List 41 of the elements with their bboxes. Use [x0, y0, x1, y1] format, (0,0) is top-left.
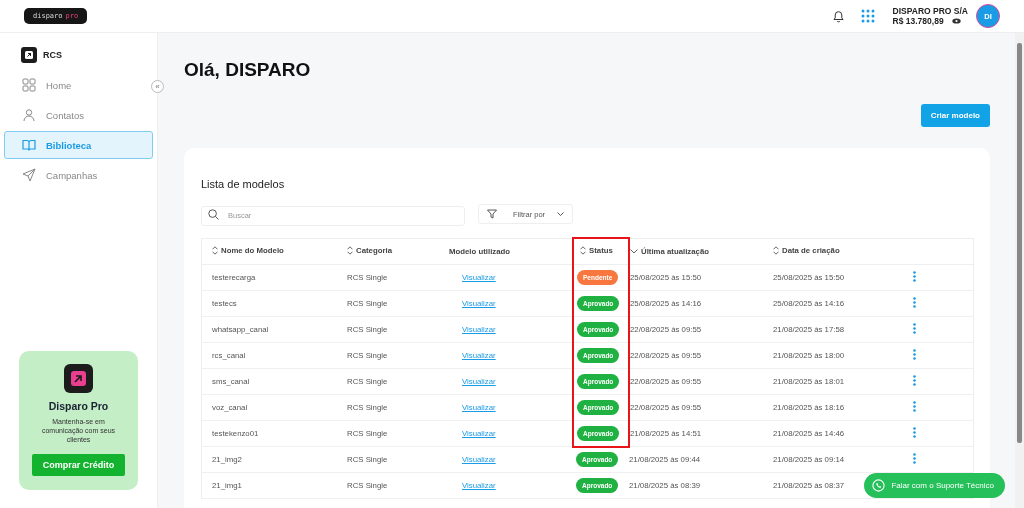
- sort-icon: [212, 245, 218, 255]
- collapse-button[interactable]: «: [151, 80, 164, 93]
- more-options-icon[interactable]: [913, 271, 916, 282]
- nav-item[interactable]: Biblioteca: [4, 131, 153, 159]
- filter-icon: [487, 209, 497, 219]
- nav-item[interactable]: Home: [4, 71, 153, 99]
- send-icon: [22, 168, 36, 182]
- sort-icon: [773, 245, 779, 255]
- account-balance: R$ 13.780,89: [892, 16, 944, 26]
- search-icon: [208, 209, 219, 220]
- apps-grid-icon[interactable]: [860, 9, 875, 23]
- more-options-icon[interactable]: [913, 375, 916, 386]
- list-title: Lista de modelos: [201, 178, 286, 190]
- user-icon: [22, 108, 36, 122]
- more-options-icon[interactable]: [913, 323, 916, 334]
- more-options-icon[interactable]: [913, 297, 916, 308]
- more-options-icon[interactable]: [913, 427, 916, 438]
- promo-title: Disparo Pro: [48, 400, 109, 412]
- nav-item[interactable]: Contatos: [4, 101, 153, 129]
- eye-icon[interactable]: [951, 18, 961, 24]
- more-options-icon[interactable]: [913, 349, 916, 360]
- app-logo-icon: [64, 364, 93, 393]
- sort-icon: [347, 245, 353, 255]
- support-button[interactable]: Falar com o Suporte Técnico: [864, 473, 1005, 498]
- create-model-button[interactable]: Criar modelo: [920, 104, 990, 127]
- account-name: DISPARO PRO S/A: [892, 6, 968, 16]
- more-options-icon[interactable]: [913, 453, 916, 464]
- sort-down-icon: [630, 248, 638, 254]
- more-options-icon[interactable]: [913, 401, 916, 412]
- bell-icon[interactable]: [831, 9, 845, 23]
- chat-phone-icon: [872, 479, 886, 492]
- scrollbar[interactable]: [1015, 33, 1024, 508]
- product-name: RCS: [43, 50, 62, 60]
- book-icon: [22, 138, 36, 152]
- buy-credit-button[interactable]: Comprar Crédito: [31, 454, 126, 476]
- product-icon: [21, 47, 37, 63]
- chevron-down-icon: [557, 212, 565, 216]
- sort-icon: [580, 246, 586, 255]
- grid-icon: [22, 78, 36, 92]
- page-title: Olá, DISPARO: [184, 59, 312, 81]
- nav-item[interactable]: Campanhas: [4, 161, 153, 189]
